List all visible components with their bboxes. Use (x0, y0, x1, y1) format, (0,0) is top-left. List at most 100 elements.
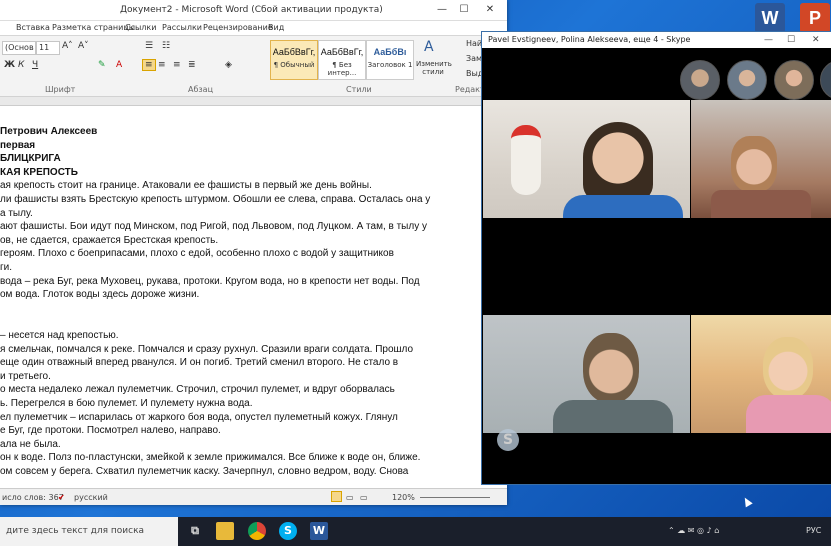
style-heading-1[interactable]: АаБбВı Заголовок 1 (366, 40, 414, 80)
document-line: ая крепость стоит на границе. Атаковали … (0, 180, 372, 192)
document-line: ел пулеметчик – испарилась от жаркого бо… (0, 411, 398, 423)
close-icon[interactable]: ✕ (479, 2, 501, 18)
style-normal[interactable]: АаБбВвГг, ¶ Обычный (270, 40, 318, 80)
tab-insert[interactable]: Вставка (16, 23, 50, 32)
participant-video (763, 337, 813, 399)
participant-avatar[interactable] (727, 60, 767, 100)
skype-maximize-icon[interactable]: ☐ (787, 32, 795, 48)
video-tile[interactable] (691, 315, 831, 433)
language-status[interactable]: русский (74, 493, 108, 502)
tab-references[interactable]: Ссылки (125, 23, 156, 32)
word-desktop-icon[interactable]: W (755, 3, 785, 33)
document-line: ала не была. (0, 438, 61, 450)
chrome-icon[interactable] (248, 522, 266, 540)
document-line: ом совсем у берега. Схватил пулеметчик к… (0, 466, 409, 477)
document-line: Петрович Алексеев (0, 126, 98, 137)
participant-avatar[interactable] (774, 60, 814, 100)
document-line: а тылу. (0, 207, 33, 219)
font-size-box[interactable]: 11 (36, 41, 60, 55)
participant-video (731, 136, 777, 192)
input-language[interactable]: РУС (806, 526, 821, 535)
justify-icon[interactable]: ≣ (188, 60, 196, 70)
shrink-font-icon[interactable]: A˅ (78, 41, 89, 51)
participant-video (553, 400, 673, 433)
bold-icon[interactable]: Ж (4, 60, 15, 70)
participant-avatar[interactable] (820, 60, 831, 100)
zoom-slider[interactable] (420, 497, 490, 498)
document-line: ом вода. Глоток воды здесь дороже жизни. (0, 289, 200, 301)
style-no-spacing[interactable]: АаБбВвГг, ¶ Без интер... (318, 40, 366, 80)
file-explorer-icon[interactable] (216, 522, 234, 540)
powerpoint-desktop-icon[interactable]: P (800, 3, 830, 33)
document-line: БЛИЦКРИГА (0, 153, 61, 165)
numbering-icon[interactable]: ☷ (162, 41, 170, 51)
document-line: я смельчак, помчался к реке. Помчался и … (0, 343, 414, 355)
taskbar: дите здесь текст для поиска ⧉ S W ⌃ ☁ ✉ … (0, 517, 831, 546)
video-tile[interactable] (483, 315, 690, 433)
word-title-bar: Документ2 - Microsoft Word (Сбой активац… (0, 0, 507, 21)
video-tile[interactable] (691, 100, 831, 218)
ribbon-tabs: Вставка Разметка страницы Ссылки Рассылк… (0, 21, 507, 36)
participant-video (746, 395, 831, 433)
grow-font-icon[interactable]: A˄ (62, 41, 73, 51)
skype-close-icon[interactable]: ✕ (812, 32, 820, 48)
word-taskbar-icon[interactable]: W (310, 522, 328, 540)
taskbar-search-input[interactable]: дите здесь текст для поиска (0, 517, 178, 546)
tab-mailings[interactable]: Рассылки (162, 23, 202, 32)
participant-video (563, 195, 683, 218)
word-count[interactable]: исло слов: 367 (2, 493, 64, 502)
tab-review[interactable]: Рецензирование (203, 23, 273, 32)
tab-view[interactable]: Вид (268, 23, 284, 32)
participant-video (583, 122, 653, 202)
group-styles-label: Стили (346, 85, 372, 94)
spellcheck-icon[interactable]: ✔ (58, 493, 65, 502)
font-name-box[interactable]: (Основ (2, 41, 36, 55)
italic-icon[interactable]: К (18, 60, 24, 70)
group-paragraph-label: Абзац (188, 85, 214, 94)
tray-icons[interactable]: ⌃ ☁ ✉ ◎ ♪ ⌂ (668, 526, 719, 535)
document-line: героям. Плохо с боеприпасами, плохо с ед… (0, 248, 394, 260)
document-line: первая (0, 139, 36, 151)
print-layout-icon[interactable] (331, 491, 342, 502)
video-tile[interactable] (483, 100, 690, 218)
align-right-icon[interactable]: ≡ (173, 60, 181, 70)
document-line: ь. Перегрелся в бою пулемет. И пулемету … (0, 398, 253, 409)
change-styles-icon[interactable]: A (424, 39, 434, 55)
word-window: Документ2 - Microsoft Word (Сбой активац… (0, 0, 507, 505)
skype-minimize-icon[interactable]: — (764, 32, 773, 48)
document-line: ги. (0, 262, 13, 273)
shading-icon[interactable]: ◈ (225, 60, 232, 70)
align-center-icon[interactable]: ≡ (158, 60, 166, 70)
status-bar: исло слов: 367 ✔ русский ▭ ▭ 120% (0, 488, 507, 505)
document-page[interactable]: Петрович Алексеев первая БЛИЦКРИГА КАЯ КРЕП… (0, 108, 507, 488)
document-line: – несется над крепостью. (0, 330, 119, 341)
full-screen-icon[interactable]: ▭ (346, 493, 354, 502)
zoom-level[interactable]: 120% (392, 493, 415, 502)
participant-avatar[interactable] (680, 60, 720, 100)
skype-title-bar: Pavel Evstigneev, Polina Alekseeva, еще … (482, 32, 831, 48)
bullets-icon[interactable]: ☰ (145, 41, 153, 51)
participant-video (711, 190, 811, 218)
document-line: и третьего. (0, 370, 51, 382)
font-color-icon[interactable]: A (116, 60, 122, 70)
word-title: Документ2 - Microsoft Word (Сбой активац… (120, 5, 383, 15)
task-view-icon[interactable]: ⧉ (186, 522, 204, 540)
underline-icon[interactable]: Ч (32, 60, 38, 70)
group-font-label: Шрифт (45, 85, 76, 94)
document-line: ов, не сдается, сражается Брестская креп… (0, 234, 219, 246)
maximize-icon[interactable]: ☐ (453, 2, 475, 18)
align-left-icon[interactable]: ≡ (142, 59, 156, 71)
document-line: е Буг, где протоки. Посмотрел налево, на… (0, 425, 221, 437)
tab-page-layout[interactable]: Разметка страницы (52, 23, 135, 32)
skype-taskbar-icon[interactable]: S (279, 522, 297, 540)
document-line: о места недалеко лежал пулеметчик. Строч… (0, 384, 395, 396)
change-styles-button[interactable]: Изменить стили (416, 60, 452, 76)
document-line: еще один отважный вперед рванулся. И он … (0, 357, 399, 369)
web-layout-icon[interactable]: ▭ (360, 493, 368, 502)
skype-title: Pavel Evstigneev, Polina Alekseeva, еще … (488, 35, 691, 44)
participant-video (511, 125, 541, 195)
document-line: ают фашисты. Бои идут под Минском, под Р… (0, 221, 427, 233)
document-line: он к воде. Полз по-пластунски, змейкой к… (0, 452, 421, 464)
highlight-icon[interactable]: ✎ (98, 60, 106, 70)
minimize-icon[interactable]: — (431, 2, 453, 18)
